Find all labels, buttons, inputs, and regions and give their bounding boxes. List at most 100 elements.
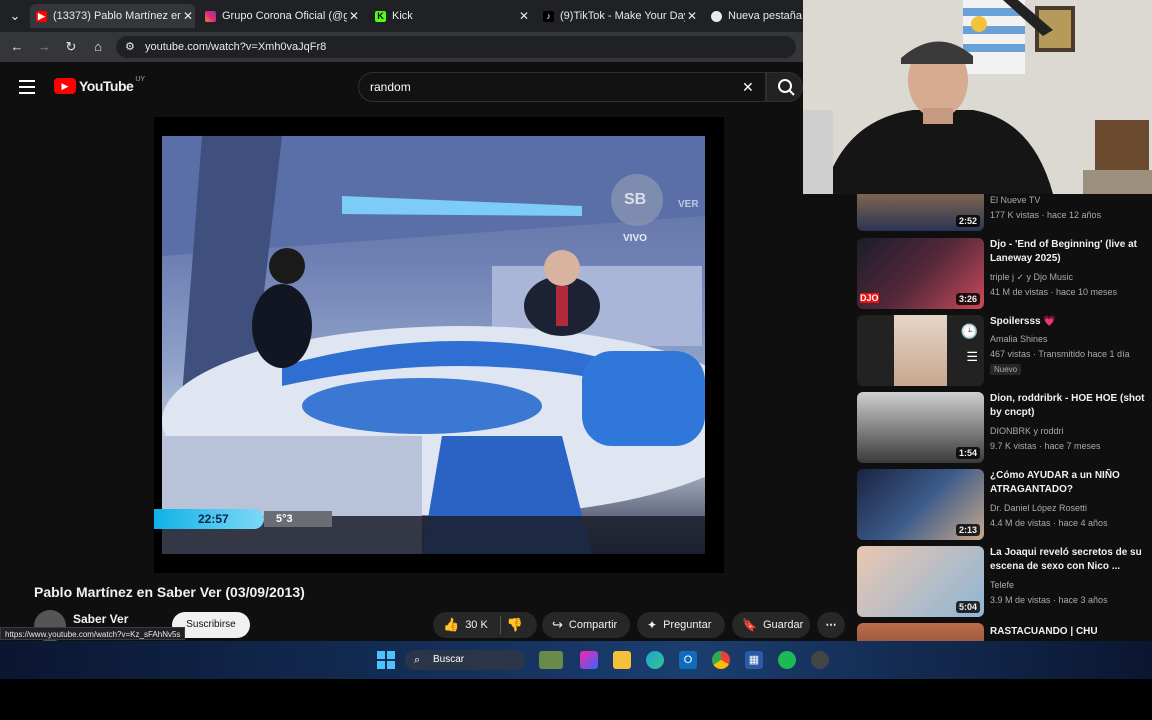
store-icon[interactable]: ▦: [745, 651, 763, 669]
tab-instagram[interactable]: Grupo Corona Oficial (@gru ✕: [199, 4, 361, 28]
rec-meta: 9.7 K vistas · hace 7 meses: [990, 441, 1101, 451]
video-thumbnail[interactable]: 1:54: [857, 392, 984, 463]
recommendation-item[interactable]: 2:52 El Nueve TV 177 K vistas · hace 12 …: [857, 194, 1147, 232]
rec-channel[interactable]: Amalia Shines: [990, 334, 1048, 344]
sparkle-icon: ✦: [647, 618, 658, 632]
rec-meta: 41 M de vistas · hace 10 meses: [990, 287, 1118, 297]
rec-title[interactable]: RASTACUANDO | CHU: [990, 625, 1145, 639]
rec-title[interactable]: Djo - 'End of Beginning' (live at Lanewa…: [990, 238, 1145, 266]
windows-start-icon[interactable]: [377, 651, 395, 669]
share-icon: ↪: [552, 617, 563, 632]
copilot-icon[interactable]: [580, 651, 598, 669]
tab-kick[interactable]: K Kick ✕: [369, 4, 531, 28]
more-actions-icon[interactable]: ⋯: [817, 612, 845, 638]
obs-icon[interactable]: [811, 651, 829, 669]
recommendation-item[interactable]: 5:04 La Joaqui reveló secretos de su esc…: [857, 546, 1147, 618]
menu-icon[interactable]: [19, 80, 35, 94]
bookmark-icon: 🔖: [742, 618, 757, 632]
video-thumbnail[interactable]: 5:04: [857, 546, 984, 617]
share-label: Compartir: [568, 619, 618, 631]
letterbox-bottom: [0, 679, 1152, 720]
channel-watermark-text: VER: [678, 199, 699, 210]
close-tab-icon[interactable]: ✕: [685, 9, 699, 23]
tab-youtube[interactable]: ▶ (13373) Pablo Martínez en Sa ✕: [30, 4, 195, 28]
tab-new[interactable]: Nueva pestaña: [705, 4, 803, 28]
forward-icon[interactable]: →: [35, 38, 53, 56]
widgets-icon[interactable]: [539, 651, 563, 669]
recommendation-item[interactable]: 2:13 ¿Cómo AYUDAR a un NIÑO ATRAGANTADO?…: [857, 469, 1147, 541]
tab-label: Nueva pestaña: [728, 10, 802, 22]
close-tab-icon[interactable]: ✕: [181, 9, 195, 23]
clear-search-icon[interactable]: ✕: [742, 79, 754, 96]
channel-watermark: SB: [624, 191, 647, 208]
video-thumbnail[interactable]: 2:52: [857, 194, 984, 231]
windows-taskbar: [0, 641, 1152, 679]
save-label: Guardar: [762, 619, 804, 631]
webcam-overlay: [803, 0, 1152, 194]
overlay-temp: 5°3: [276, 513, 293, 525]
save-button[interactable]: 🔖 Guardar: [732, 612, 810, 638]
close-tab-icon[interactable]: ✕: [347, 9, 361, 23]
duration-badge: 2:52: [955, 215, 980, 227]
recommendation-item[interactable]: DJO 3:26 Djo - 'End of Beginning' (live …: [857, 238, 1147, 310]
rec-channel[interactable]: Dr. Daniel López Rosetti: [990, 503, 1087, 513]
back-icon[interactable]: ←: [8, 38, 26, 56]
rec-channel[interactable]: DIONBRK y roddri: [990, 426, 1064, 436]
channel-name[interactable]: Saber Ver: [73, 612, 128, 626]
close-tab-icon[interactable]: ✕: [517, 9, 531, 23]
overlay-clock: 22:57: [198, 512, 229, 526]
spotify-icon[interactable]: [778, 651, 796, 669]
home-icon[interactable]: ⌂: [89, 38, 107, 56]
rec-channel[interactable]: El Nueve TV: [990, 195, 1040, 205]
rec-meta: 4.4 M de vistas · hace 4 años: [990, 518, 1108, 528]
search-input[interactable]: random: [358, 72, 766, 102]
search-value: random: [370, 80, 411, 94]
recommendation-item[interactable]: 🕒 ☰ Spoilersss 💗 Amalia Shines 467 vista…: [857, 315, 1147, 387]
tab-search-icon[interactable]: ⌄: [6, 7, 24, 25]
video-thumbnail[interactable]: [857, 623, 984, 641]
region-code: UY: [135, 75, 146, 83]
recommendation-item[interactable]: 1:54 Dion, roddribrk - HOE HOE (shot by …: [857, 392, 1147, 464]
tab-label: Kick: [392, 10, 413, 22]
add-to-queue-icon[interactable]: ☰: [966, 349, 978, 365]
rec-channel[interactable]: Telefe: [990, 580, 1014, 590]
duration-badge: 2:13: [955, 524, 980, 536]
recommendation-item[interactable]: RASTACUANDO | CHU: [857, 623, 1147, 641]
video-frame[interactable]: SB VER VIVO: [162, 136, 705, 554]
rec-meta: 467 vistas · Transmitido hace 1 día: [990, 349, 1130, 359]
file-explorer-icon[interactable]: [613, 651, 631, 669]
taskbar-search[interactable]: ⌕ Buscar: [405, 650, 525, 670]
duration-badge: 1:54: [955, 447, 980, 459]
share-button[interactable]: ↪ Compartir: [542, 612, 630, 638]
video-thumbnail[interactable]: DJO 3:26: [857, 238, 984, 309]
rec-title[interactable]: ¿Cómo AYUDAR a un NIÑO ATRAGANTADO?: [990, 469, 1145, 497]
tiktok-favicon-icon: ♪: [543, 10, 554, 22]
thumbs-down-icon[interactable]: 👎: [507, 612, 523, 638]
rec-title[interactable]: La Joaqui reveló secretos de su escena d…: [990, 546, 1145, 574]
tab-label: (13373) Pablo Martínez en Sa: [53, 10, 181, 22]
logo-text: YouTube: [79, 78, 134, 94]
site-info-icon[interactable]: ⚙: [125, 36, 135, 58]
rec-title[interactable]: Spoilersss 💗: [990, 315, 1145, 329]
duration-badge: 5:04: [955, 601, 980, 613]
ask-button[interactable]: ✦ Preguntar: [637, 612, 725, 638]
chrome-icon[interactable]: [712, 651, 730, 669]
video-thumbnail[interactable]: 2:13: [857, 469, 984, 540]
watch-later-icon[interactable]: 🕒: [961, 323, 978, 340]
youtube-play-icon: ▶: [54, 78, 76, 94]
instagram-favicon-icon: [205, 10, 216, 22]
reload-icon[interactable]: ↻: [62, 38, 80, 56]
rec-channel[interactable]: triple j ✓ y Djo Music: [990, 272, 1073, 283]
kick-favicon-icon: K: [375, 10, 386, 22]
url-field[interactable]: ⚙ youtube.com/watch?v=Xmh0vaJqFr8: [116, 36, 796, 58]
search-icon: [778, 79, 795, 96]
like-button[interactable]: 👍 30 K 👎: [433, 612, 537, 638]
youtube-logo[interactable]: ▶ YouTube UY: [54, 75, 146, 94]
search-icon: ⌕: [414, 654, 421, 666]
video-thumbnail[interactable]: 🕒 ☰: [857, 315, 984, 386]
tab-tiktok[interactable]: ♪ (9)TikTok - Make Your Day ✕: [537, 4, 699, 28]
outlook-icon[interactable]: O: [679, 651, 697, 669]
rec-title[interactable]: Dion, roddribrk - HOE HOE (shot by cncpt…: [990, 392, 1145, 420]
edge-icon[interactable]: [646, 651, 664, 669]
search-button[interactable]: [766, 72, 803, 102]
